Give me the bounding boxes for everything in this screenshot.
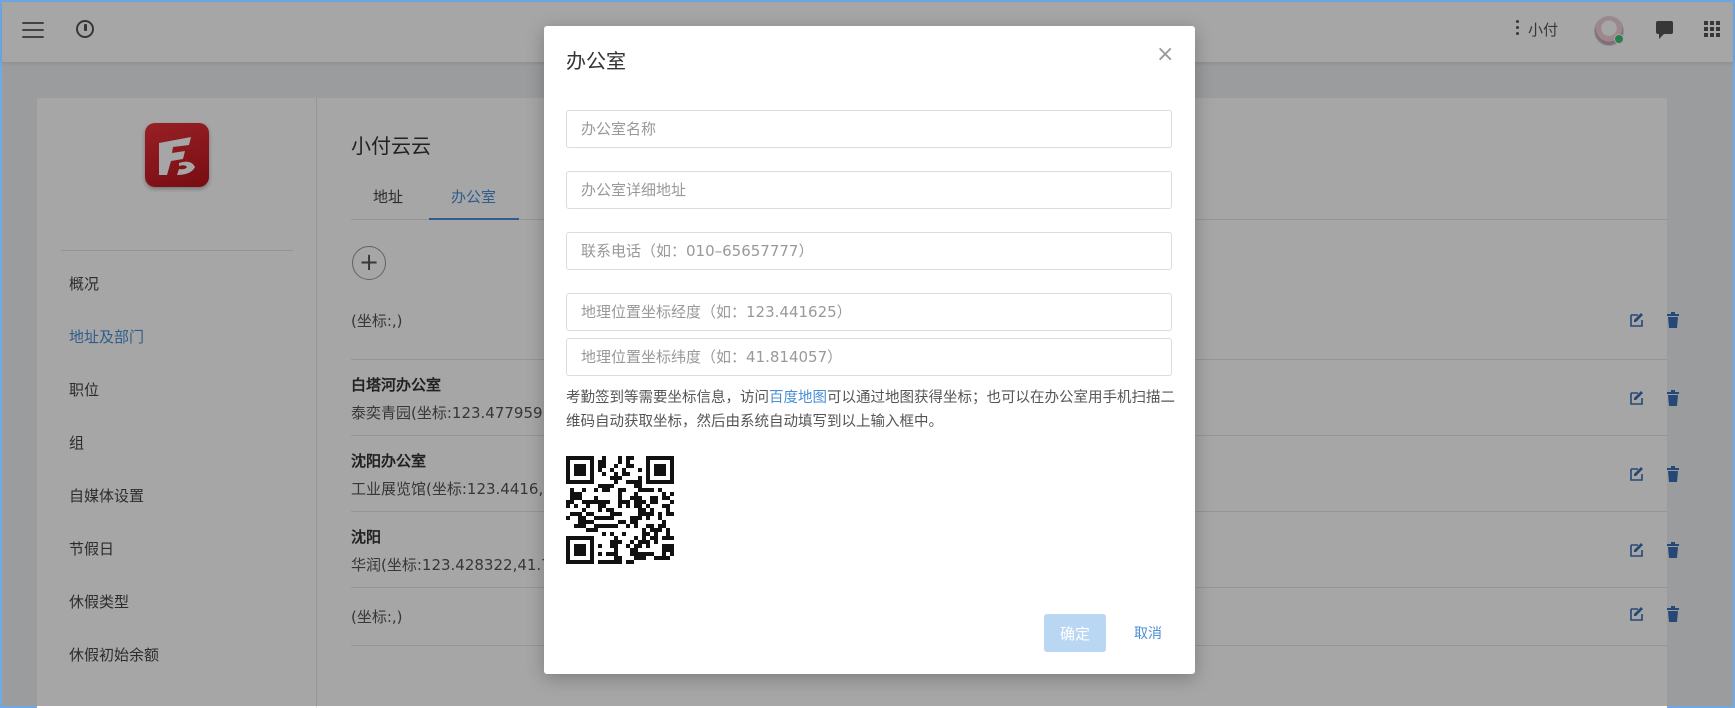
office-name-input[interactable] [566,110,1172,148]
coordinate-hint: 考勤签到等需要坐标信息，访问百度地图可以通过地图获得坐标；也可以在办公室用手机扫… [566,386,1176,434]
latitude-input[interactable] [566,338,1172,376]
longitude-input[interactable] [566,293,1172,331]
baidu-map-link[interactable]: 百度地图 [769,390,827,406]
office-dialog: 办公室 × 考勤签到等需要坐标信息，访问百度地图可以通过地图获得坐标；也可以在办… [544,26,1195,674]
hint-text-before: 考勤签到等需要坐标信息，访问 [566,390,769,406]
confirm-button[interactable]: 确定 [1044,614,1106,652]
office-address-input[interactable] [566,171,1172,209]
cancel-button[interactable]: 取消 [1122,614,1174,652]
phone-input[interactable] [566,232,1172,270]
dialog-title: 办公室 [566,49,626,73]
close-icon[interactable]: × [1156,44,1174,66]
qr-code [566,456,674,564]
